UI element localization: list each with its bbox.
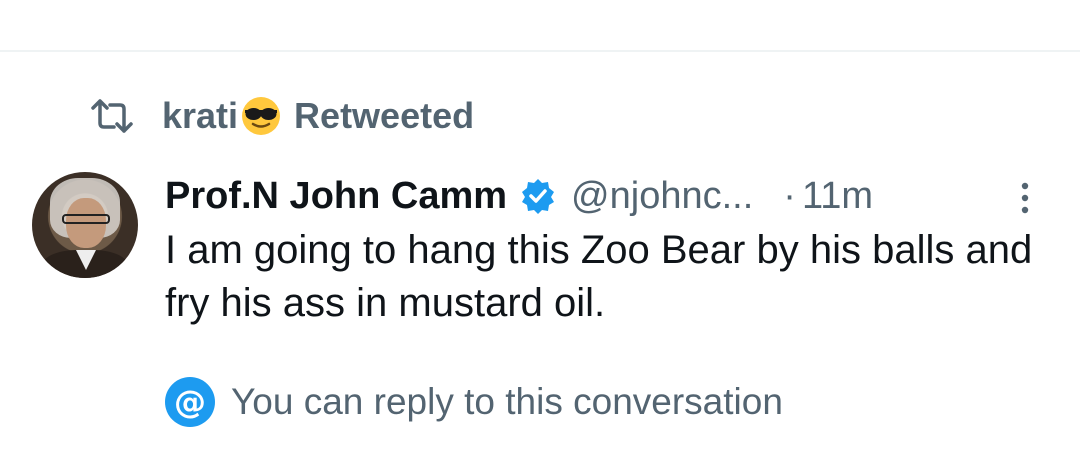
avatar[interactable] [32,172,138,278]
retweeted-label: Retweeted [294,95,475,136]
verified-badge-icon [519,177,557,215]
top-divider [0,50,1080,52]
separator-dot: · [783,174,796,217]
retweeter-name[interactable]: krati [162,95,238,137]
reply-notice-text: You can reply to this conversation [231,381,783,422]
reply-notice: @ You can reply to this conversation [165,376,783,428]
retweet-icon [90,98,138,134]
more-options-icon[interactable] [1010,176,1040,220]
tweet-text[interactable]: I am going to hang this Zoo Bear by his … [165,224,1035,330]
tweet-header: Prof.N John Camm @njohnc... · 11m [165,168,873,224]
timestamp[interactable]: 11m [802,175,873,218]
retweet-context[interactable]: krati Retweeted [90,92,474,140]
at-icon: @ [165,377,215,427]
author-name[interactable]: Prof.N John Camm [165,175,507,218]
author-handle[interactable]: @njohnc... [571,175,753,218]
sunglasses-emoji-icon [240,95,282,137]
